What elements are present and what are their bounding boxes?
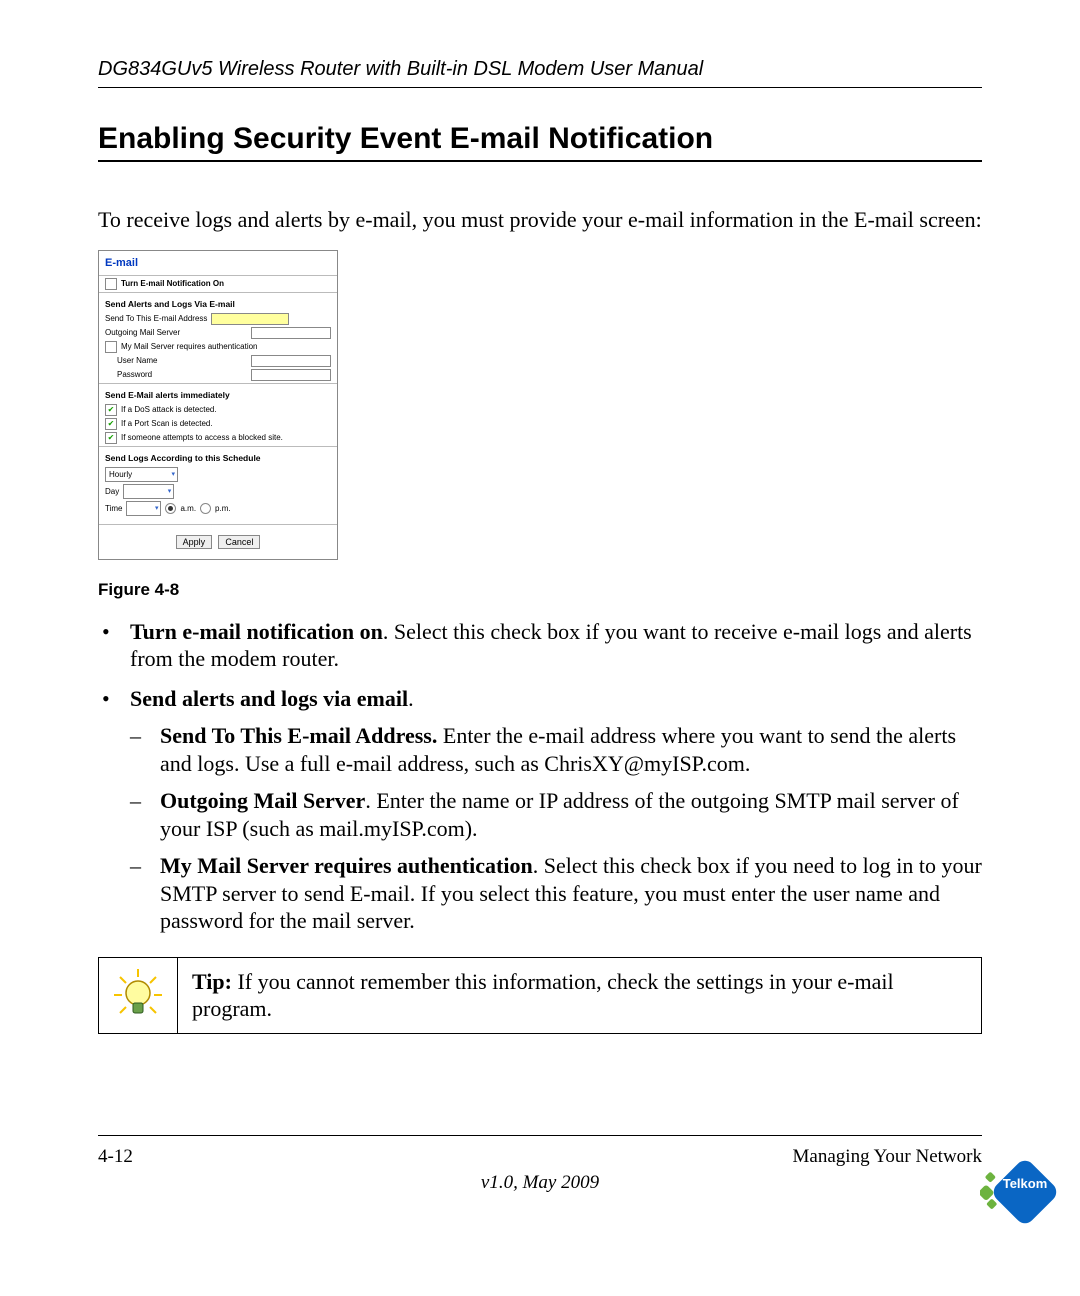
footer-row: 4-12 Managing Your Network (98, 1146, 982, 1168)
portscan-label: If a Port Scan is detected. (121, 419, 213, 428)
footer-version: v1.0, May 2009 (0, 1172, 1080, 1194)
turn-on-label: Turn E-mail Notification On (121, 279, 224, 288)
figure-caption: Figure 4-8 (98, 580, 982, 600)
password-input[interactable] (251, 369, 331, 381)
username-label: User Name (117, 356, 157, 365)
section-name: Managing Your Network (793, 1146, 982, 1168)
header-rule (98, 87, 982, 88)
lightbulb-icon (110, 967, 166, 1023)
auth-checkbox[interactable] (105, 341, 117, 353)
schedule-value: Hourly (109, 470, 132, 479)
chevron-down-icon: ▾ (155, 504, 159, 512)
dash-list: Send To This E-mail Address. Enter the e… (130, 722, 982, 935)
send-to-label: Send To This E-mail Address (105, 314, 207, 323)
dos-checkbox[interactable] (105, 404, 117, 416)
tip-lead: Tip: (192, 969, 232, 994)
dash-item: Send To This E-mail Address. Enter the e… (130, 722, 982, 777)
panel-title: E-mail (99, 251, 337, 273)
time-select[interactable]: ▾ (126, 501, 161, 516)
dash-lead: Send To This E-mail Address. (160, 723, 437, 748)
chevron-down-icon: ▾ (168, 487, 172, 495)
bullet-item: Turn e-mail notification on. Select this… (98, 618, 982, 673)
schedule-select[interactable]: Hourly ▾ (105, 467, 178, 482)
send-to-input[interactable] (211, 313, 289, 325)
dos-label: If a DoS attack is detected. (121, 405, 217, 414)
bullet-item: Send alerts and logs via email. Send To … (98, 685, 982, 935)
alerts-immediate-title: Send E-Mail alerts immediately (99, 386, 337, 402)
blocked-label: If someone attempts to access a blocked … (121, 433, 283, 442)
am-radio[interactable] (165, 503, 176, 514)
dash-lead: Outgoing Mail Server (160, 788, 365, 813)
tip-text: Tip: If you cannot remember this informa… (178, 958, 981, 1033)
send-alerts-section-title: Send Alerts and Logs Via E-mail (99, 295, 337, 311)
auth-label: My Mail Server requires authentication (121, 342, 258, 351)
bullet-rest: . (408, 686, 414, 711)
tip-body: If you cannot remember this information,… (192, 969, 894, 1022)
dash-item: My Mail Server requires authentication. … (130, 852, 982, 935)
telkom-logo: Telkom (980, 1132, 1070, 1242)
dash-item: Outgoing Mail Server. Enter the name or … (130, 787, 982, 842)
intro-text: To receive logs and alerts by e-mail, yo… (98, 206, 982, 234)
outgoing-input[interactable] (251, 327, 331, 339)
tip-icon-cell (99, 958, 178, 1033)
apply-button[interactable]: Apply (176, 535, 213, 549)
pm-radio[interactable] (200, 503, 211, 514)
dash-lead: My Mail Server requires authentication (160, 853, 533, 878)
turn-on-checkbox[interactable] (105, 278, 117, 290)
pm-label: p.m. (215, 504, 231, 513)
section-title: Enabling Security Event E-mail Notificat… (98, 122, 982, 156)
password-label: Password (117, 370, 152, 379)
email-settings-screenshot: E-mail Turn E-mail Notification On Send … (98, 250, 338, 560)
day-select[interactable]: ▾ (123, 484, 174, 499)
bullet-list: Turn e-mail notification on. Select this… (98, 618, 982, 935)
time-label: Time (105, 504, 122, 513)
day-label: Day (105, 487, 119, 496)
chevron-down-icon: ▾ (171, 470, 175, 478)
username-input[interactable] (251, 355, 331, 367)
am-label: a.m. (180, 504, 196, 513)
blocked-checkbox[interactable] (105, 432, 117, 444)
title-rule (98, 160, 982, 162)
page-number: 4-12 (98, 1146, 133, 1168)
portscan-checkbox[interactable] (105, 418, 117, 430)
schedule-title: Send Logs According to this Schedule (99, 449, 337, 465)
footer-rule (98, 1135, 982, 1136)
svg-text:Telkom: Telkom (1003, 1176, 1048, 1191)
outgoing-label: Outgoing Mail Server (105, 328, 180, 337)
bullet-lead: Turn e-mail notification on (130, 619, 383, 644)
tip-box: Tip: If you cannot remember this informa… (98, 957, 982, 1034)
bullet-lead: Send alerts and logs via email (130, 686, 408, 711)
cancel-button[interactable]: Cancel (218, 535, 260, 549)
running-head: DG834GUv5 Wireless Router with Built-in … (98, 58, 982, 81)
